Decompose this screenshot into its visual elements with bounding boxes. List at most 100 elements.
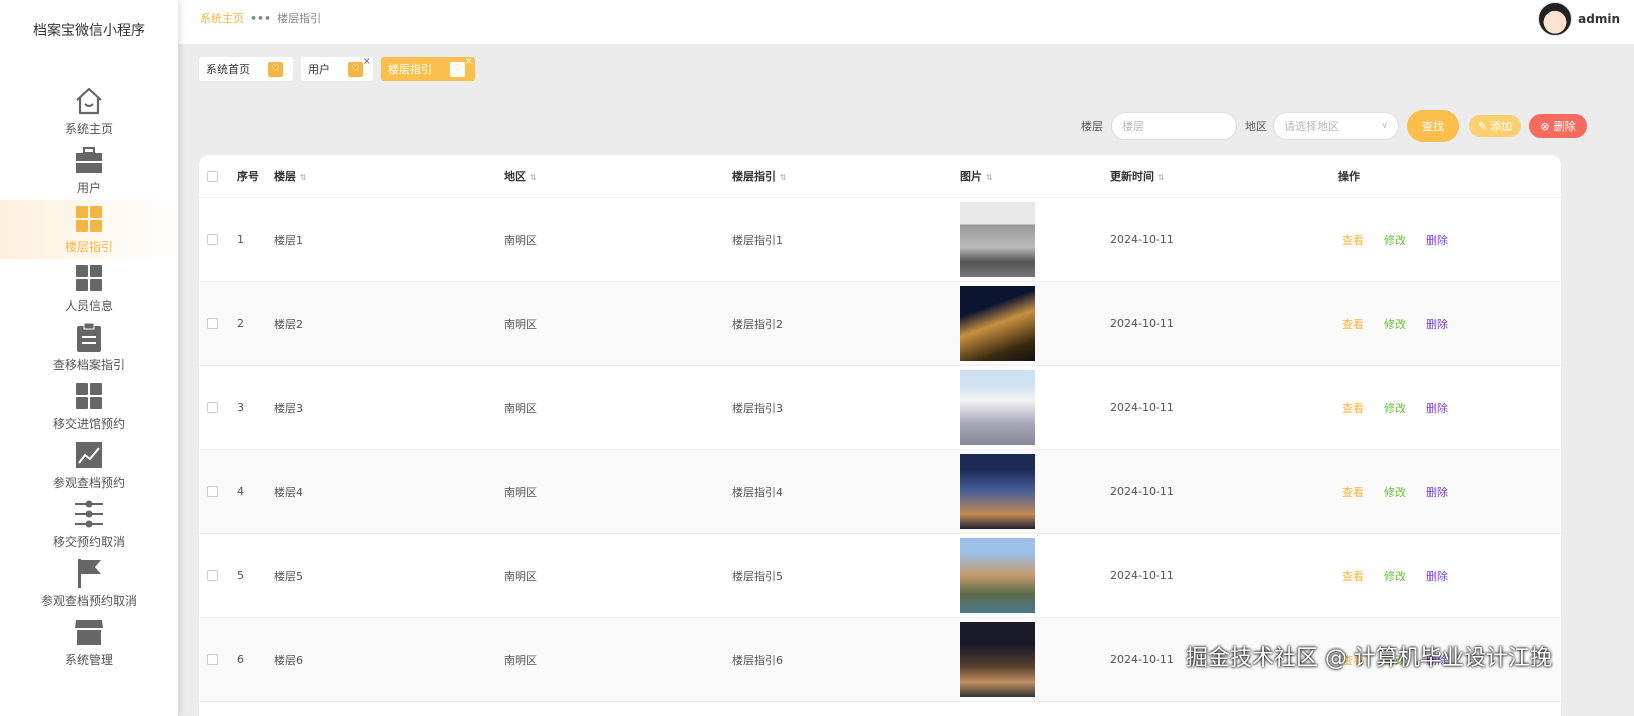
edit-icon: ✎ [1477,119,1488,133]
edit-link[interactable]: 修改 [1384,318,1406,331]
chevron-down-icon: ∨ [1381,121,1388,131]
building-image[interactable] [960,538,1035,613]
sort-icon: ⇅ [986,173,993,182]
cell-guide: 楼层指引4 [732,485,783,499]
sidebar-item-label: 楼层指引 [64,240,113,254]
tab-label: 系统首页 [206,63,250,76]
home-icon [73,86,105,116]
row-checkbox[interactable] [207,234,218,245]
breadcrumb-home[interactable]: 系统主页 [200,12,244,25]
edit-link[interactable]: 修改 [1384,234,1406,247]
sidebar-item-2[interactable]: 楼层指引 [0,200,178,259]
view-link[interactable]: 查看 [1342,570,1364,583]
cell-guide: 楼层指引6 [732,653,783,667]
add-button[interactable]: ✎ 添加 [1469,115,1521,137]
row-checkbox[interactable] [207,402,218,413]
add-label: 添加 [1490,120,1513,133]
sort-icon: ⇅ [530,173,537,182]
sidebar-item-label: 查移档案指引 [52,358,125,372]
user-menu[interactable]: admin [1538,2,1620,36]
close-icon[interactable]: × [363,57,371,67]
briefcase-icon [73,145,105,175]
search-button[interactable]: 查找 [1407,110,1459,142]
table-row: 4 楼层4 南明区 楼层指引4 2024-10-11 查看 修改 删除 [199,450,1561,534]
table-row: 3 楼层3 南明区 楼层指引3 2024-10-11 查看 修改 删除 [199,366,1561,450]
header-guide[interactable]: 楼层指引 ⇅ [732,168,960,184]
select-all-checkbox[interactable] [207,170,218,182]
cell-floor: 楼层6 [274,653,303,667]
tab-home[interactable]: 系统首页 ♡ [199,57,293,81]
building-image[interactable] [960,622,1035,697]
building-image[interactable] [960,370,1035,445]
floor-input[interactable]: 楼层 [1111,112,1237,140]
clipboard-icon [73,322,105,352]
sidebar-item-8[interactable]: 参观查档预约取消 [0,554,178,613]
region-select[interactable]: 请选择地区 ∨ [1273,112,1399,140]
grid-icon [73,204,105,234]
avatar [1538,2,1573,36]
edit-link[interactable]: 修改 [1384,486,1406,499]
table-header: 序号 楼层 ⇅ 地区 ⇅ 楼层指引 ⇅ 图片 ⇅ 更新时间 ⇅ 操作 [199,155,1561,198]
row-checkbox[interactable] [207,486,218,497]
sidebar-item-7[interactable]: 移交预约取消 [0,495,178,554]
building-image[interactable] [960,454,1035,529]
building-image[interactable] [960,286,1035,361]
grid-icon [73,263,105,293]
heart-icon: ♡ [450,61,465,77]
topbar: 系统主页 ••• 楼层指引 admin [178,0,1634,44]
view-link[interactable]: 查看 [1342,234,1364,247]
cell-actions: 查看 修改 删除 [1338,568,1561,584]
sidebar-item-5[interactable]: 移交进馆预约 [0,377,178,436]
header-date[interactable]: 更新时间 ⇅ [1110,168,1338,184]
floor-label: 楼层 [1081,120,1103,133]
sort-icon: ⇅ [300,173,307,182]
building-image[interactable] [960,202,1035,277]
sidebar-item-label: 参观查档预约 [52,476,125,490]
cell-region: 南明区 [504,653,537,667]
delete-button[interactable]: ⊗ 删除 [1529,114,1587,138]
grid-icon [73,381,105,411]
row-checkbox[interactable] [207,654,218,665]
header-region[interactable]: 地区 ⇅ [504,168,732,184]
edit-link[interactable]: 修改 [1384,402,1406,415]
view-link[interactable]: 查看 [1342,318,1364,331]
cell-actions: 查看 修改 删除 [1338,232,1561,248]
edit-link[interactable]: 修改 [1384,570,1406,583]
tab-user[interactable]: 用户 ♡ × [301,57,373,81]
delete-link[interactable]: 删除 [1426,318,1448,331]
header-image[interactable]: 图片 ⇅ [960,168,1110,184]
tab-floor-guide[interactable]: 楼层指引 ♡ × [381,57,475,81]
sort-icon: ⇅ [780,173,787,182]
tab-label: 用户 [308,63,330,76]
header-floor[interactable]: 楼层 ⇅ [274,168,504,184]
sidebar-item-label: 系统管理 [64,653,113,667]
row-checkbox[interactable] [207,318,218,329]
table-row: 2 楼层2 南明区 楼层指引2 2024-10-11 查看 修改 删除 [199,282,1561,366]
sidebar: 档案宝微信小程序 系统主页 用户 楼层指引 人员信息 查移档案指引 移交进馆预约 参观查档预… [0,0,178,716]
close-icon[interactable]: × [465,57,473,67]
sidebar-item-3[interactable]: 人员信息 [0,259,178,318]
delete-link[interactable]: 删除 [1426,234,1448,247]
sidebar-nav: 系统主页 用户楼层指引人员信息查移档案指引移交进馆预约参观查档预约移交预约取消 参观… [0,82,178,672]
region-label: 地区 [1245,120,1267,133]
sidebar-item-4[interactable]: 查移档案指引 [0,318,178,377]
cell-actions: 查看 修改 删除 [1338,400,1561,416]
view-link[interactable]: 查看 [1342,486,1364,499]
chart-icon [73,440,105,470]
sidebar-item-0[interactable]: 系统主页 [0,82,178,141]
cell-floor: 楼层3 [274,401,303,415]
delete-link[interactable]: 删除 [1426,402,1448,415]
cell-no: 4 [237,485,244,498]
region-placeholder: 请选择地区 [1284,120,1339,133]
cell-no: 3 [237,401,244,414]
delete-link[interactable]: 删除 [1426,486,1448,499]
sidebar-item-1[interactable]: 用户 [0,141,178,200]
sidebar-item-9[interactable]: 系统管理 [0,613,178,672]
row-checkbox[interactable] [207,570,218,581]
view-link[interactable]: 查看 [1342,402,1364,415]
delete-link[interactable]: 删除 [1426,570,1448,583]
sidebar-item-6[interactable]: 参观查档预约 [0,436,178,495]
cell-no: 5 [237,569,244,582]
cell-date: 2024-10-11 [1110,569,1174,582]
cell-floor: 楼层2 [274,317,303,331]
